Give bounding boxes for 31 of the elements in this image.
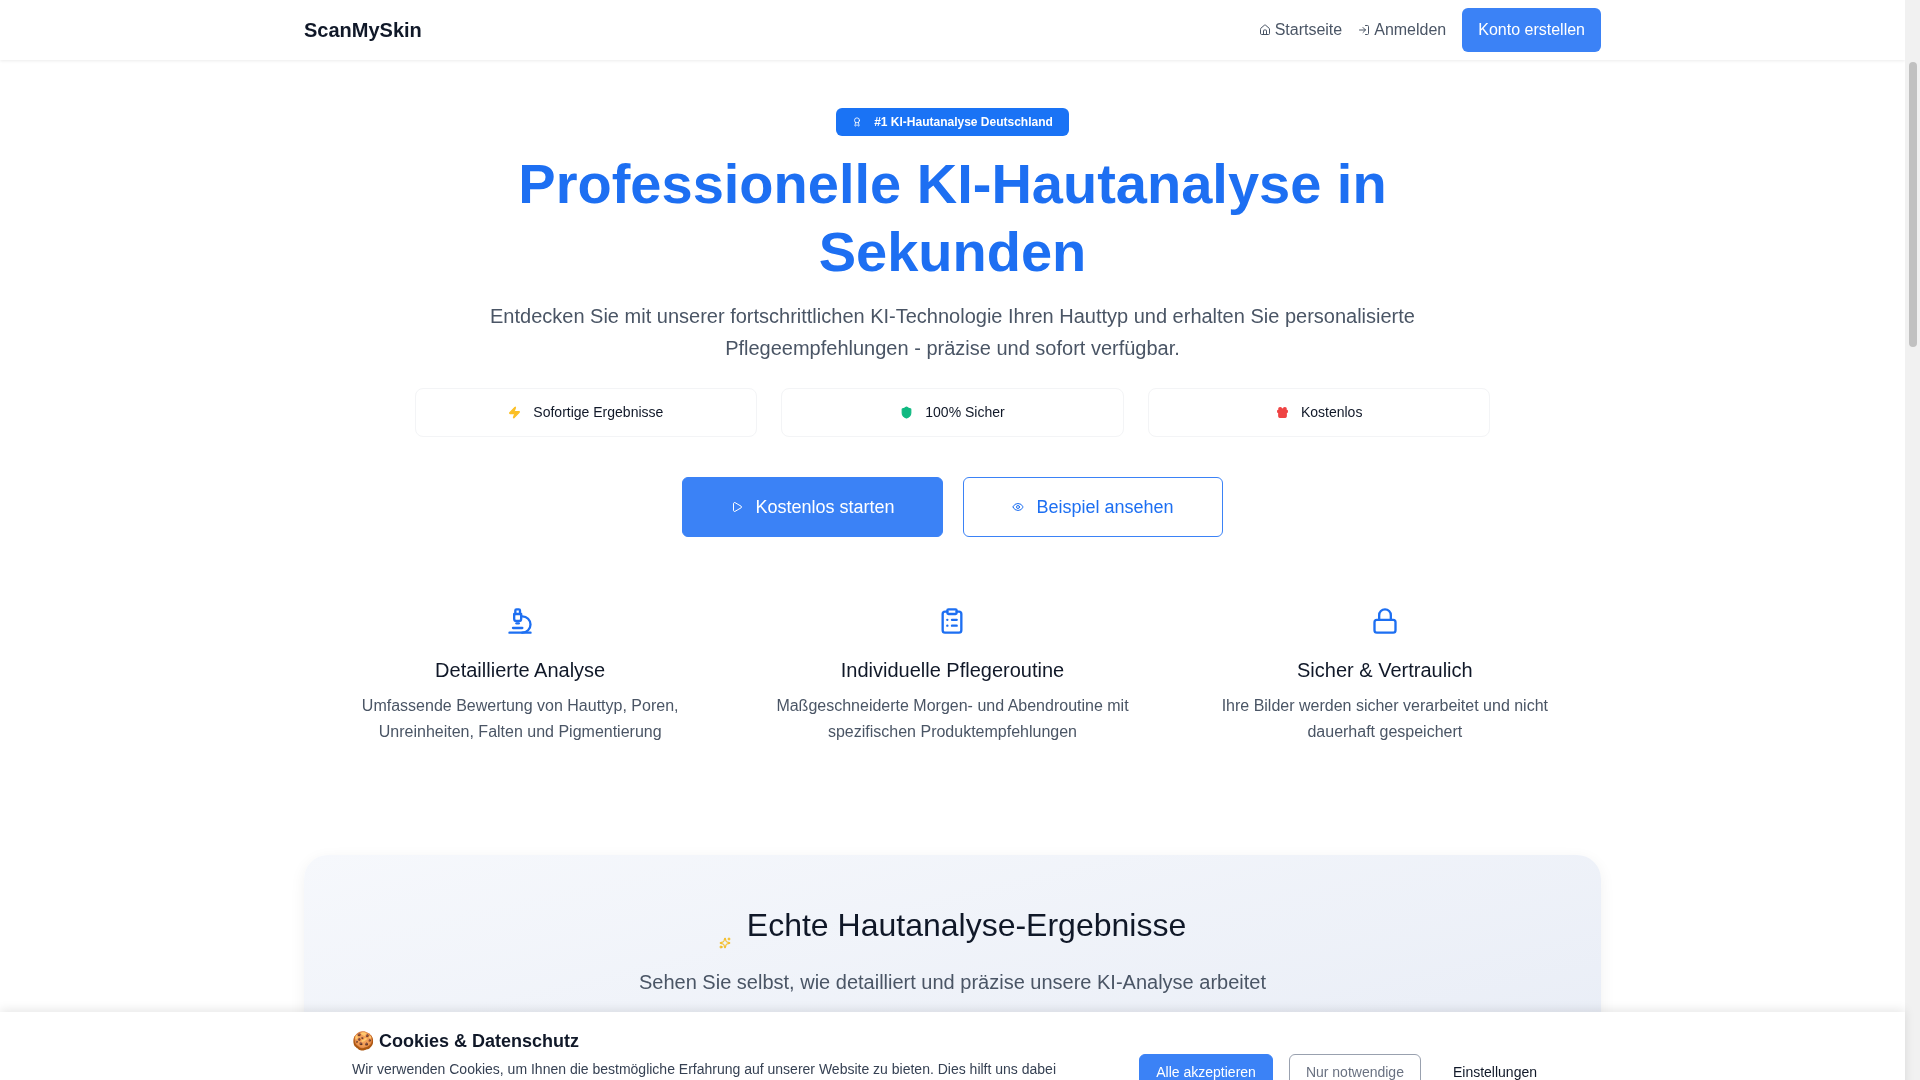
example-button[interactable]: Beispiel ansehen [963,477,1223,537]
feature-title: Detaillierte Analyse [435,658,606,683]
results-subtitle: Sehen Sie selbst, wie detailliert und präzise unsere KI-Analyse arbeitet [639,970,1266,995]
feature-title: Sicher & Vertraulich [1297,658,1473,683]
highlight-label: 100% Sicher [925,403,1005,422]
cookie-text: Wir verwenden Cookies, um Ihnen die bestmögliche Erfahrung auf unserer Website zu bieten. Dies hilft uns dabei [352,1060,1057,1079]
brand-logo[interactable]: ScanMySkin [304,15,422,45]
cookie-title: 🍪 Cookies & Datenschutz [352,1030,581,1053]
feature-icon [506,607,535,635]
highlight-label: Sofortige Ergebnisse [533,403,664,422]
cookie-button[interactable]: Alle akzeptieren [1139,1054,1273,1080]
cookie-button[interactable]: Nur notwendige [1288,1054,1421,1080]
badge-text: #1 KI-Hautanalyse Deutschland [874,114,1053,131]
feature-text: Umfassende Bewertung von Hauttyp, Poren, Unreinheiten, Falten und Pigmentierung [360,696,680,742]
nav-link[interactable]: Anmelden [1358,18,1447,42]
sparkle-icon [718,937,731,949]
hero-subtitle: Entdecken Sie mit unserer fortschrittlichen KI-Technologie Ihren Hauttyp und erhalten Sie personalisierte Pflegeempfehlungen - präzise und sofort verfügbar. [489,304,1416,361]
hero-title: Professionelle KI-Hautanalyse in Sekunden [517,151,1388,285]
results-title: Echte Hautanalyse-Ergebnisse [746,906,1187,945]
feature-icon [1370,607,1399,635]
play-icon [731,501,744,513]
feature-title: Individuelle Pflegeroutine [840,658,1065,683]
feature-text: Maßgeschneiderte Morgen- und Abendroutine mit spezifischen Produktempfehlungen [775,696,1130,742]
eye-icon [1012,501,1025,513]
nav-link[interactable]: Startseite [1258,18,1343,42]
feature-text: Ihre Bilder werden sicher verarbeitet und nicht dauerhaft gespeichert [1220,696,1549,742]
award-icon [852,117,863,127]
create-account-button[interactable]: Konto erstellen [1462,8,1601,52]
cookie-button[interactable]: Einstellungen [1436,1054,1553,1080]
start-button[interactable]: Kostenlos starten [682,477,944,537]
highlight-label: Kostenlos [1300,403,1363,422]
